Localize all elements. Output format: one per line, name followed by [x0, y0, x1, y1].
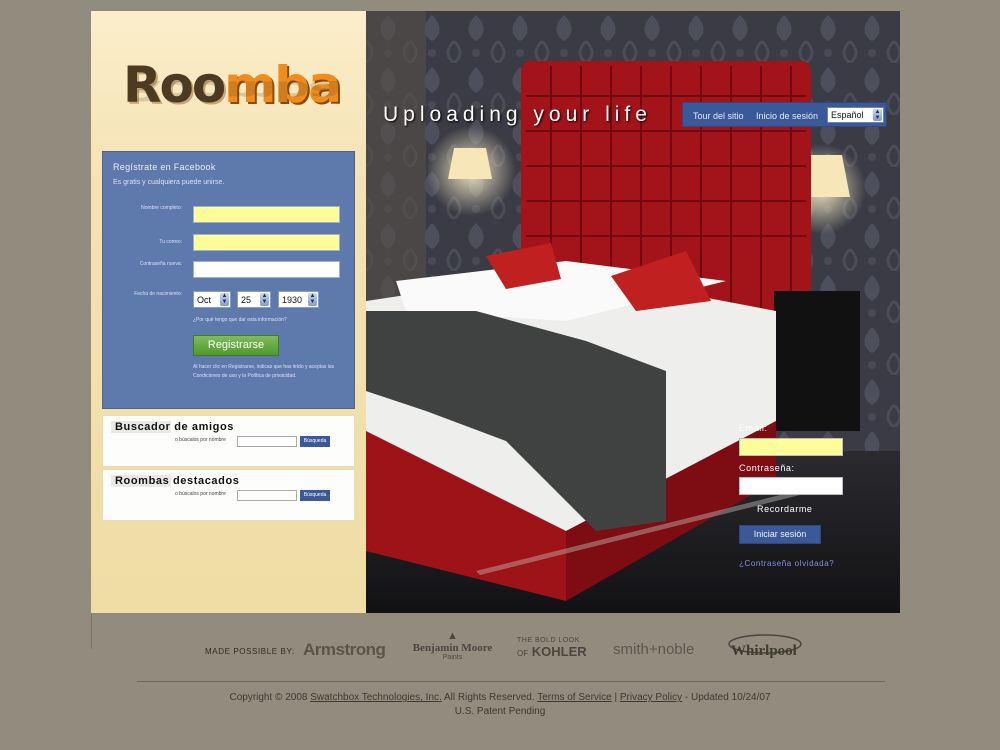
smith-noble-logo[interactable]: smith+noble [613, 641, 694, 658]
copyright-notice: Copyright © 2008 Swatchbox Technologies,… [229, 692, 771, 717]
whirlpool-logo[interactable]: Whirlpool [725, 632, 815, 668]
search-hint: o búscalos por nombre [175, 491, 226, 497]
password-label: Contraseña nueva: [139, 261, 182, 267]
footer-divider [137, 681, 885, 682]
email-label: Tu correo: [159, 239, 182, 245]
armstrong-logo[interactable]: Armstrong [303, 640, 386, 660]
left-column: Roomba Roomba Regístrate en Facebook Es … [91, 11, 366, 613]
remember-me-checkbox[interactable]: Recordarme [757, 504, 813, 514]
chevron-updown-icon: ▲ ▼ [220, 293, 229, 306]
login-email-input[interactable] [739, 438, 843, 456]
register-email-input[interactable] [193, 234, 340, 251]
featured-title: Roombas destacados [115, 475, 240, 487]
register-button[interactable]: Registrarse [193, 335, 279, 356]
featured-search-input[interactable] [237, 490, 297, 501]
friend-finder-title: Buscador de amigos [115, 421, 234, 433]
register-password-input[interactable] [193, 261, 340, 278]
main-frame: Roomba Roomba Regístrate en Facebook Es … [91, 11, 900, 613]
triangle-icon: ▲ [447, 630, 458, 642]
chevron-updown-icon: ▲ ▼ [260, 293, 269, 306]
kohler-logo[interactable]: THE BOLD LOOK OF KOHLER [517, 637, 597, 659]
birth-month-select[interactable]: Oct ▲ ▼ [193, 291, 231, 308]
login-button[interactable]: Iniciar sesión [739, 525, 821, 544]
featured-roombas-box: Roombas destacados o búscalos por nombre… [102, 469, 355, 521]
friend-search-input[interactable] [237, 436, 297, 447]
register-subtitle: Es gratis y cualquiera puede unirse. [113, 179, 225, 186]
login-password-input[interactable] [739, 477, 843, 495]
tagline: Uploading your life [383, 103, 652, 126]
chevron-updown-icon: ▲ ▼ [308, 293, 317, 306]
full-name-input[interactable] [193, 206, 340, 223]
login-email-label: Email: [739, 423, 768, 433]
friend-finder-box: Buscador de amigos o búscalos por nombre… [102, 415, 355, 467]
birth-year-select[interactable]: 1930 ▲ ▼ [278, 291, 319, 308]
login-nav-link[interactable]: Inicio de sesión [756, 111, 818, 121]
sponsor-strip: MADE POSSIBLE BY: Armstrong ▲ Benjamin M… [205, 628, 825, 673]
birth-day-select[interactable]: 25 ▲ ▼ [237, 291, 271, 308]
terms-notice: Al hacer clic en Registrarse, indicas qu… [193, 364, 335, 379]
benjamin-moore-logo[interactable]: ▲ Benjamin Moore Paints [405, 630, 500, 661]
made-possible-label: MADE POSSIBLE BY: [205, 647, 295, 656]
language-select[interactable]: Español ▲ ▼ [827, 107, 884, 123]
top-nav-bar: Tour del sitio Inicio de sesión Español ▲… [682, 102, 887, 127]
patent-notice: U.S. Patent Pending [454, 706, 546, 717]
name-label: Nombre completo: [141, 205, 182, 211]
logo-reflection: Roomba [123, 75, 340, 107]
company-link[interactable]: Swatchbox Technologies, Inc. [310, 692, 442, 703]
bedroom-photo: Uploading your life Tour del sitio Inici… [366, 11, 900, 613]
birthday-label: Fecha de nacimiento: [134, 291, 182, 297]
search-hint: o búscalos por nombre [175, 437, 226, 443]
register-title: Regístrate en Facebook [113, 162, 216, 172]
terms-of-service-link[interactable]: Terms of Service [537, 692, 611, 703]
privacy-policy-link[interactable]: Privacy Policy [620, 692, 682, 703]
forgot-password-link[interactable]: ¿Contraseña olvidada? [739, 559, 834, 568]
login-password-label: Contraseña: [739, 463, 795, 473]
roomba-logo[interactable]: Roomba Roomba [123, 55, 342, 165]
why-info-link[interactable]: ¿Por qué tengo que dar esta información? [193, 317, 287, 323]
friend-search-button[interactable]: Búsqueda [300, 436, 330, 447]
tour-link[interactable]: Tour del sitio [693, 111, 744, 121]
chevron-updown-icon: ▲ ▼ [873, 109, 882, 121]
divider [91, 613, 92, 649]
registration-panel: Regístrate en Facebook Es gratis y cualq… [102, 151, 355, 409]
featured-search-button[interactable]: Búsqueda [300, 490, 330, 501]
